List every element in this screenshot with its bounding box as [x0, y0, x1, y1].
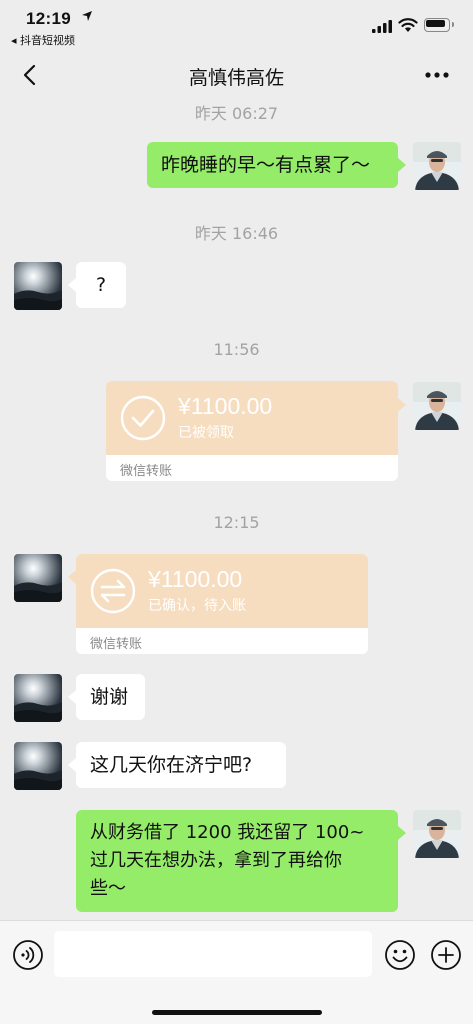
back-to-app-link[interactable]: ◂ 抖音短视频 [11, 32, 75, 48]
more-dots-icon[interactable] [423, 64, 451, 86]
transfer-card-sent[interactable]: ¥1100.00 已被领取 微信转账 [106, 381, 398, 481]
chat-title: 高慎伟高佐 [188, 67, 284, 89]
message-line: 从财务借了 1200 我还留了 100~ [90, 822, 365, 843]
transfer-label: 微信转账 [120, 464, 173, 479]
battery-icon [424, 18, 454, 33]
transfer-amount: ¥1100.00 [178, 393, 273, 419]
signal-icon [372, 20, 392, 33]
exchange-arrows-icon [90, 568, 136, 614]
message-timestamp: 11:56 [213, 340, 260, 359]
contact-avatar[interactable] [14, 674, 62, 722]
wifi-icon [398, 18, 418, 32]
emoji-icon[interactable] [384, 939, 416, 971]
message-timestamp: 12:15 [213, 513, 260, 532]
chat-area[interactable]: 昨天 06:27 昨晚睡的早～有点累了～ 昨天 16:46 ? 11:56 ¥1… [0, 100, 473, 920]
location-arrow-icon [82, 11, 92, 21]
message-bubble-received[interactable]: ? [76, 262, 126, 308]
message-bubble-received[interactable]: 这几天你在济宁吧? [76, 742, 286, 788]
transfer-amount: ¥1100.00 [148, 566, 243, 592]
transfer-card-received[interactable]: ¥1100.00 已确认，待入账 微信转账 [76, 554, 368, 654]
message-bubble-sent[interactable]: 昨晚睡的早～有点累了～ [147, 142, 398, 188]
message-timestamp: 昨天 16:46 [194, 224, 279, 243]
message-line: 过几天在想办法，拿到了再给你 [90, 850, 342, 871]
my-avatar[interactable] [413, 810, 461, 858]
message-input[interactable] [54, 931, 372, 977]
transfer-status: 已确认，待入账 [148, 598, 246, 614]
my-avatar[interactable] [413, 382, 461, 430]
input-bar [0, 920, 473, 1024]
transfer-status: 已被领取 [178, 425, 234, 441]
message-bubble-received[interactable]: 谢谢 [76, 674, 145, 720]
status-time: 12:19 [26, 9, 71, 28]
status-bar: 12:19 ◂ 抖音短视频 [0, 0, 473, 50]
my-avatar[interactable] [413, 142, 461, 190]
message-timestamp: 昨天 06:27 [194, 104, 279, 123]
plus-icon[interactable] [430, 939, 462, 971]
message-line: 些～ [90, 878, 126, 899]
contact-avatar[interactable] [14, 742, 62, 790]
home-indicator[interactable] [152, 1010, 322, 1015]
check-circle-icon [120, 395, 166, 441]
contact-avatar[interactable] [14, 262, 62, 310]
message-bubble-sent[interactable]: 从财务借了 1200 我还留了 100~ 过几天在想办法，拿到了再给你 些～ [76, 810, 398, 912]
nav-bar: 高慎伟高佐 [0, 50, 473, 100]
voice-icon[interactable] [12, 939, 44, 971]
transfer-label: 微信转账 [90, 637, 143, 652]
contact-avatar[interactable] [14, 554, 62, 602]
